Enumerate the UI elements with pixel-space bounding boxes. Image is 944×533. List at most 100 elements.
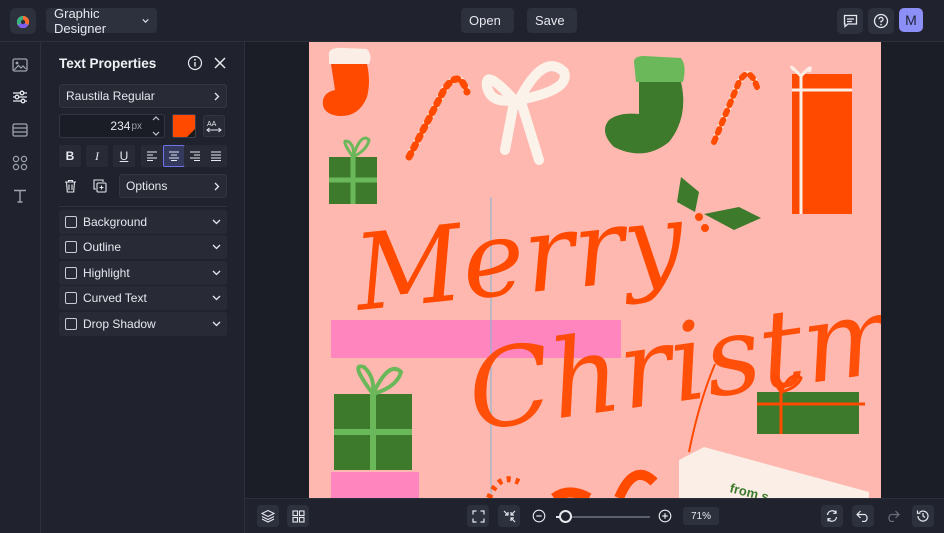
- duplicate-button[interactable]: [89, 175, 111, 197]
- grid-icon: [291, 509, 305, 523]
- gift-green-large[interactable]: [334, 364, 412, 470]
- open-label: Open: [469, 13, 501, 28]
- font-size-stepper[interactable]: [149, 116, 163, 136]
- outline-checkbox[interactable]: [65, 241, 77, 253]
- undo-button[interactable]: [852, 505, 874, 527]
- chevron-right-icon: [214, 92, 220, 100]
- save-dropdown[interactable]: Save: [527, 8, 577, 33]
- info-icon[interactable]: [187, 55, 203, 71]
- logo-icon: [16, 15, 30, 29]
- mode-dropdown[interactable]: Graphic Designer: [46, 6, 157, 36]
- sliders-icon[interactable]: [11, 88, 29, 106]
- layers-icon: [261, 509, 275, 523]
- chevron-down-icon[interactable]: [212, 244, 221, 250]
- chevron-down-icon[interactable]: [212, 321, 221, 327]
- gift-tall-orange[interactable]: [790, 65, 852, 214]
- candy-cane-2[interactable]: [711, 71, 760, 145]
- undo-icon: [856, 510, 868, 522]
- fit-screen-button[interactable]: [467, 505, 489, 527]
- options-button[interactable]: Options: [119, 174, 227, 198]
- comment-icon: [843, 14, 857, 28]
- zoom-in-icon[interactable]: [658, 509, 672, 523]
- text-icon[interactable]: [11, 187, 29, 205]
- collapse-icon: [503, 510, 515, 522]
- font-select[interactable]: Raustila Regular: [59, 84, 227, 108]
- user-avatar[interactable]: M: [899, 8, 923, 32]
- align-left-button[interactable]: [141, 145, 163, 167]
- comments-button[interactable]: [837, 8, 863, 34]
- delete-button[interactable]: [59, 175, 81, 197]
- curved-text-checkbox[interactable]: [65, 292, 77, 304]
- underline-button[interactable]: U: [113, 145, 135, 167]
- outline-toggle-row[interactable]: Outline: [59, 235, 227, 259]
- gift-green-small[interactable]: [329, 136, 377, 204]
- svg-text:AA: AA: [207, 121, 217, 128]
- font-size-unit: px: [131, 120, 142, 132]
- history-button[interactable]: [912, 505, 934, 527]
- align-center-icon: [169, 151, 179, 161]
- design-canvas[interactable]: Merry Christmas from s: [309, 42, 881, 498]
- zoom-level[interactable]: 71%: [683, 507, 719, 525]
- chevron-up-icon[interactable]: [152, 116, 160, 121]
- chevron-right-icon: [214, 182, 220, 190]
- drop-shadow-toggle-row[interactable]: Drop Shadow: [59, 312, 227, 336]
- justify-icon: [211, 151, 221, 161]
- highlight-bar-2: [331, 472, 419, 498]
- graphics-icon[interactable]: [11, 154, 29, 172]
- panel-title: Text Properties: [59, 56, 157, 71]
- help-icon: [873, 13, 889, 29]
- background-toggle-row[interactable]: Background: [59, 210, 227, 234]
- actual-size-button[interactable]: [498, 505, 520, 527]
- chevron-down-icon[interactable]: [212, 270, 221, 276]
- text-case-button[interactable]: AA: [203, 115, 225, 137]
- background-checkbox[interactable]: [65, 216, 77, 228]
- highlight-toggle-row[interactable]: Highlight: [59, 261, 227, 285]
- highlight-label: Highlight: [83, 266, 130, 280]
- chevron-down-icon[interactable]: [212, 295, 221, 301]
- grid-button[interactable]: [287, 505, 309, 527]
- chevron-down-icon: [142, 18, 149, 23]
- redo-button[interactable]: [882, 505, 904, 527]
- image-icon[interactable]: [11, 56, 29, 74]
- save-label: Save: [535, 13, 565, 28]
- bold-button[interactable]: B: [59, 145, 81, 167]
- align-right-button[interactable]: [184, 145, 206, 167]
- tool-sidebar: [0, 42, 41, 533]
- white-bow[interactable]: [481, 61, 570, 165]
- layers-button[interactable]: [257, 505, 279, 527]
- history-icon: [916, 510, 929, 522]
- case-toggle-icon: AA: [206, 121, 222, 133]
- drop-shadow-checkbox[interactable]: [65, 318, 77, 330]
- app-logo[interactable]: [10, 8, 36, 34]
- bold-icon: B: [65, 149, 75, 163]
- holly[interactable]: [677, 177, 761, 232]
- refresh-icon: [826, 510, 838, 522]
- expand-icon: [471, 509, 485, 523]
- sync-button[interactable]: [821, 505, 843, 527]
- font-name: Raustila Regular: [66, 89, 155, 103]
- close-icon[interactable]: [213, 56, 227, 70]
- italic-button[interactable]: I: [86, 145, 108, 167]
- layout-icon[interactable]: [11, 121, 29, 139]
- open-dropdown[interactable]: Open: [461, 8, 514, 33]
- highlight-checkbox[interactable]: [65, 267, 77, 279]
- candy-cane-1[interactable]: [405, 75, 471, 161]
- align-left-icon: [147, 151, 157, 161]
- help-button[interactable]: [868, 8, 894, 34]
- candy-cane-3[interactable]: [486, 476, 521, 498]
- chevron-down-icon[interactable]: [212, 219, 221, 225]
- orange-shape-2[interactable]: [614, 469, 658, 498]
- zoom-out-icon[interactable]: [532, 509, 546, 523]
- stocking-green[interactable]: [605, 56, 685, 154]
- justify-button[interactable]: [205, 145, 227, 167]
- text-properties-panel: Text Properties Raustila Regular 234 px A…: [41, 42, 245, 533]
- panel-divider: [59, 206, 227, 207]
- chevron-down-icon[interactable]: [152, 131, 160, 136]
- duplicate-icon: [93, 179, 107, 193]
- stocking-orange[interactable]: [322, 47, 371, 117]
- align-right-icon: [190, 151, 200, 161]
- curved-text-toggle-row[interactable]: Curved Text: [59, 286, 227, 310]
- align-center-button[interactable]: [163, 145, 185, 167]
- drop-shadow-label: Drop Shadow: [83, 317, 156, 331]
- text-color-swatch[interactable]: [172, 114, 196, 138]
